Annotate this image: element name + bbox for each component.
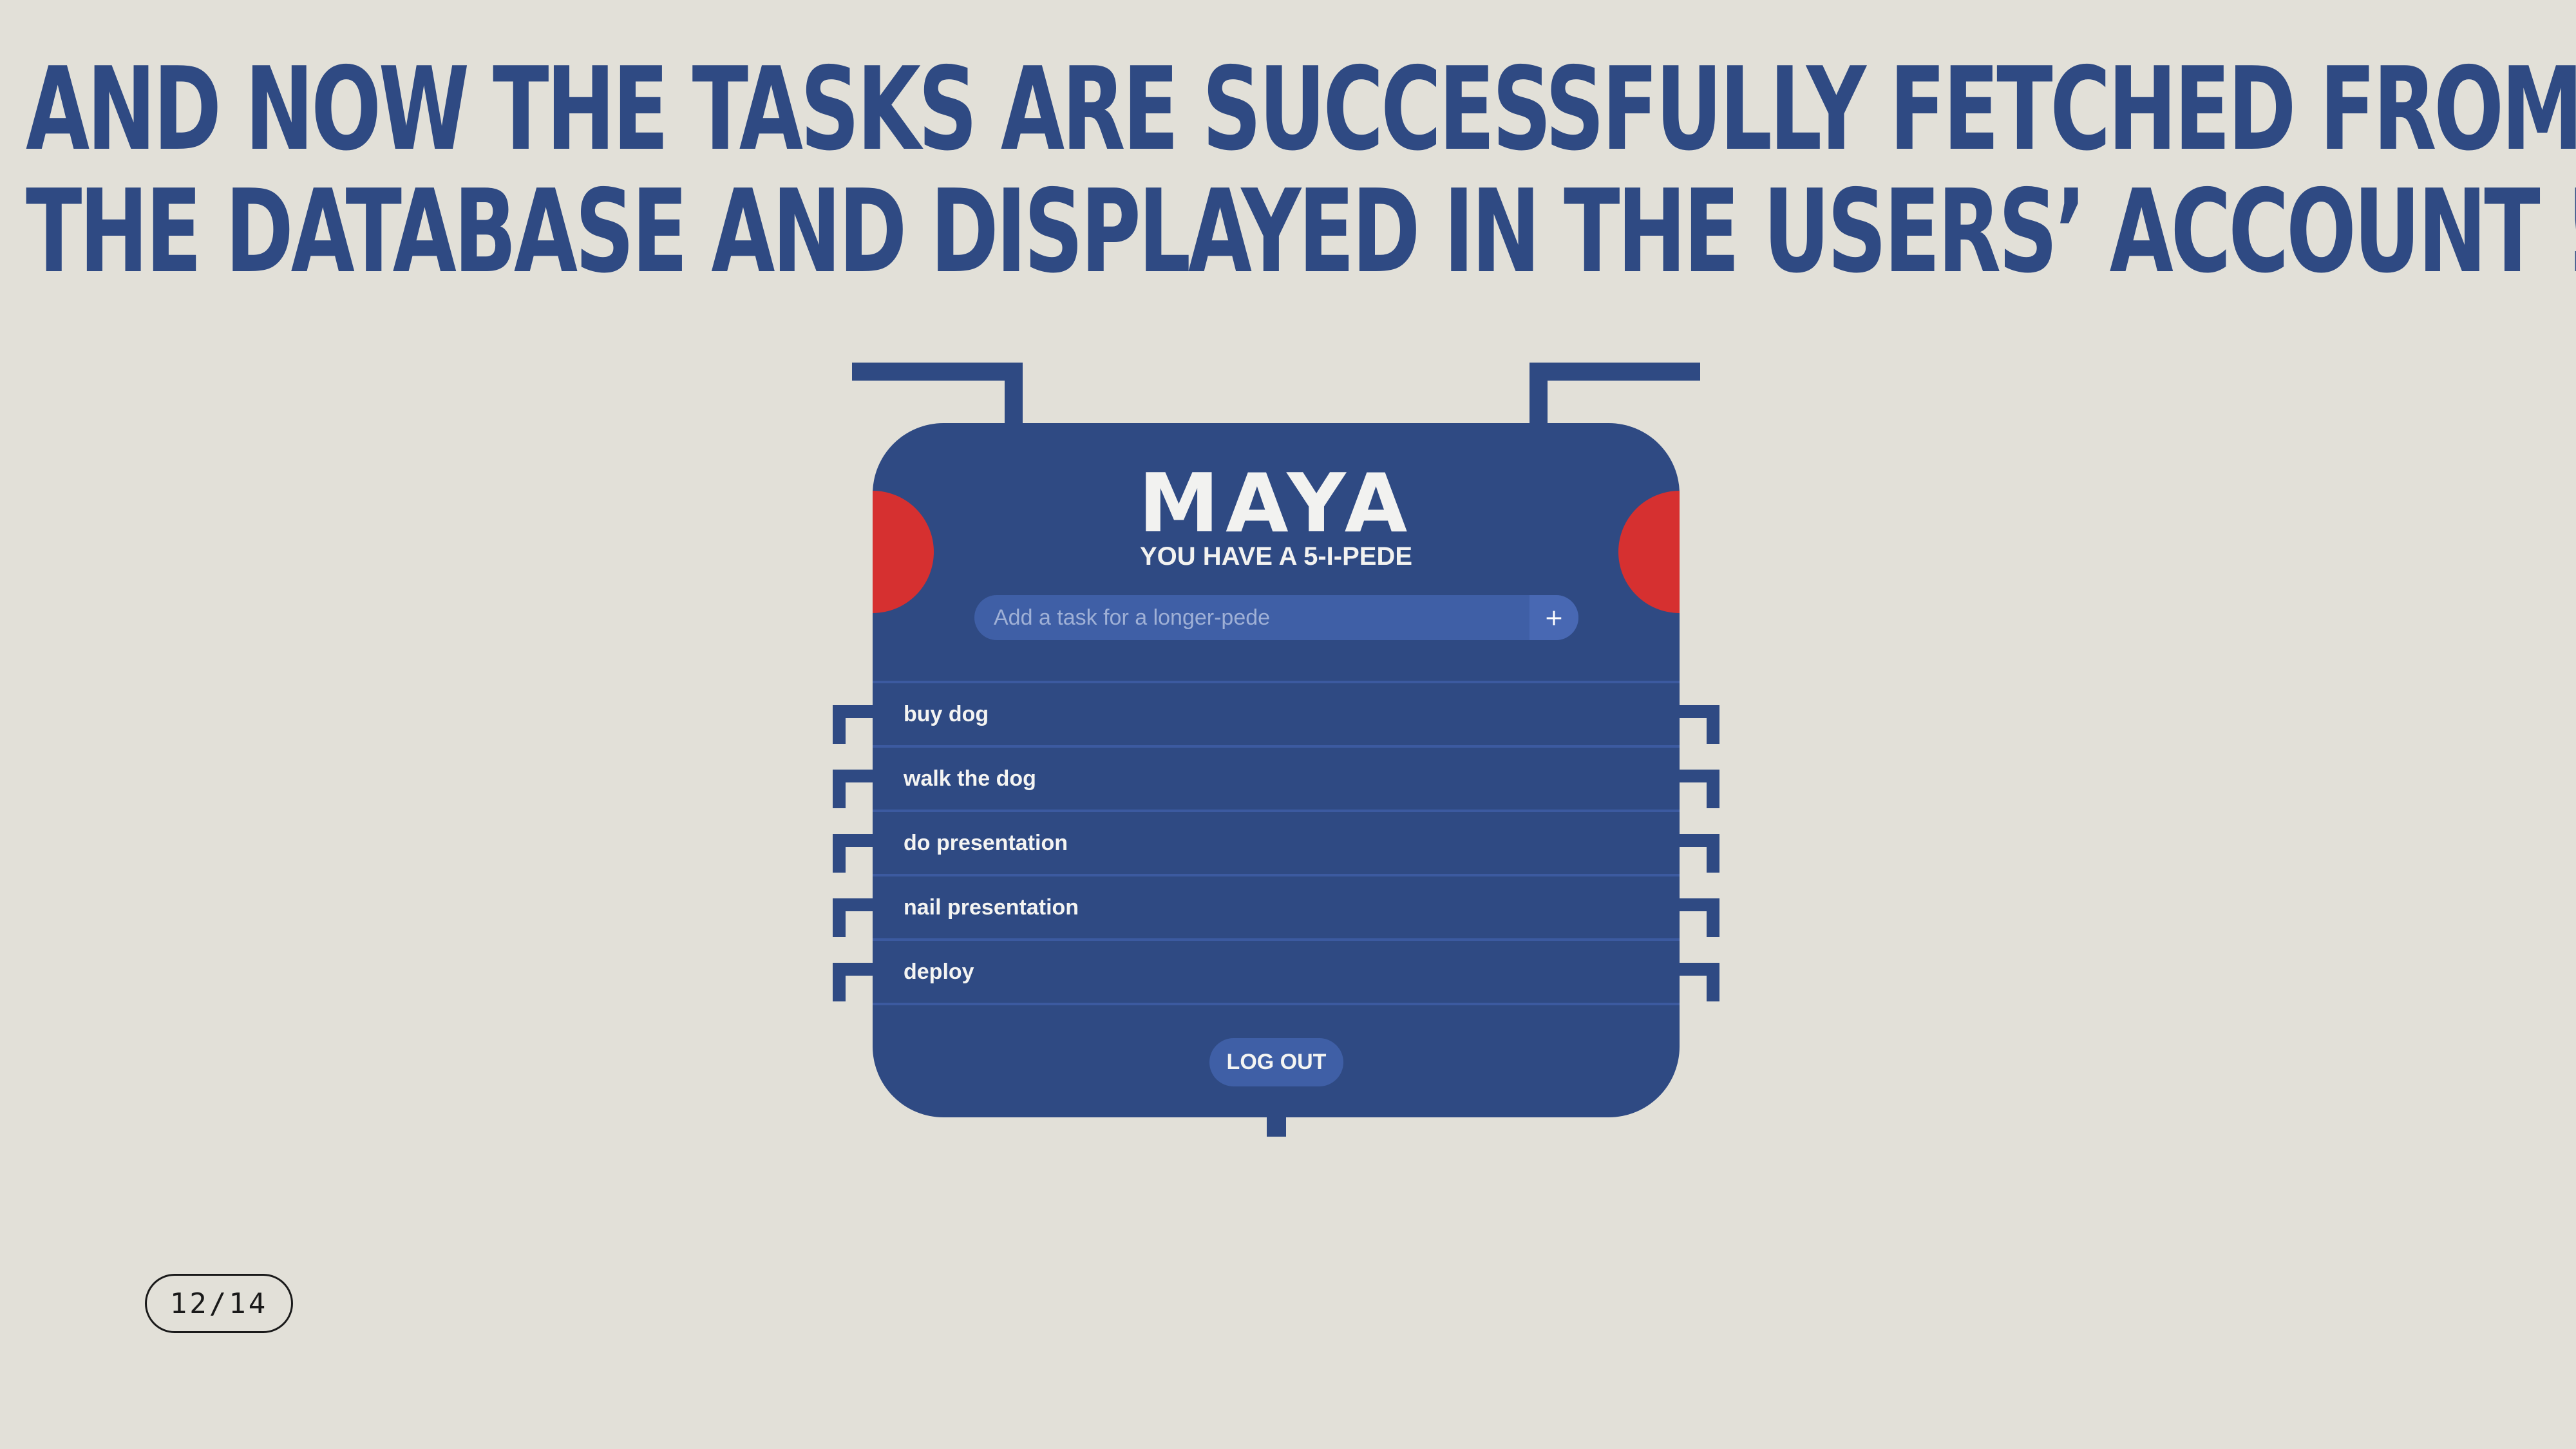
app-card: MAYA YOU HAVE A 5-I-PEDE + buy dog walk …	[873, 423, 1680, 1117]
right-leg	[1680, 770, 1719, 808]
left-eye	[873, 491, 934, 613]
app-logo: MAYA	[1138, 456, 1414, 551]
add-task-form: +	[974, 595, 1578, 640]
logout-button[interactable]: LOG OUT	[1209, 1038, 1343, 1086]
left-antenna-top	[852, 363, 1023, 381]
task-count-subtitle: YOU HAVE A 5-I-PEDE	[1139, 542, 1413, 571]
right-leg	[1680, 705, 1719, 744]
centipede-app-mockup: MAYA YOU HAVE A 5-I-PEDE + buy dog walk …	[0, 0, 2576, 1449]
right-leg	[1680, 963, 1719, 1001]
left-leg	[833, 770, 873, 808]
add-task-button[interactable]: +	[1530, 595, 1578, 640]
left-leg	[833, 705, 873, 744]
page-indicator: 12/14	[145, 1274, 293, 1333]
tail	[1267, 1117, 1286, 1137]
task-item[interactable]: nail presentation	[873, 876, 1680, 941]
left-leg	[833, 834, 873, 873]
task-list: buy dog walk the dog do presentation nai…	[873, 681, 1680, 1005]
left-leg	[833, 898, 873, 937]
left-leg	[833, 963, 873, 1001]
task-item[interactable]: do presentation	[873, 812, 1680, 876]
task-item[interactable]: walk the dog	[873, 748, 1680, 812]
right-eye	[1618, 491, 1680, 613]
task-item[interactable]: deploy	[873, 941, 1680, 1005]
task-item[interactable]: buy dog	[873, 683, 1680, 748]
right-antenna-top	[1530, 363, 1700, 381]
right-leg	[1680, 898, 1719, 937]
right-leg	[1680, 834, 1719, 873]
task-input[interactable]	[974, 595, 1530, 640]
